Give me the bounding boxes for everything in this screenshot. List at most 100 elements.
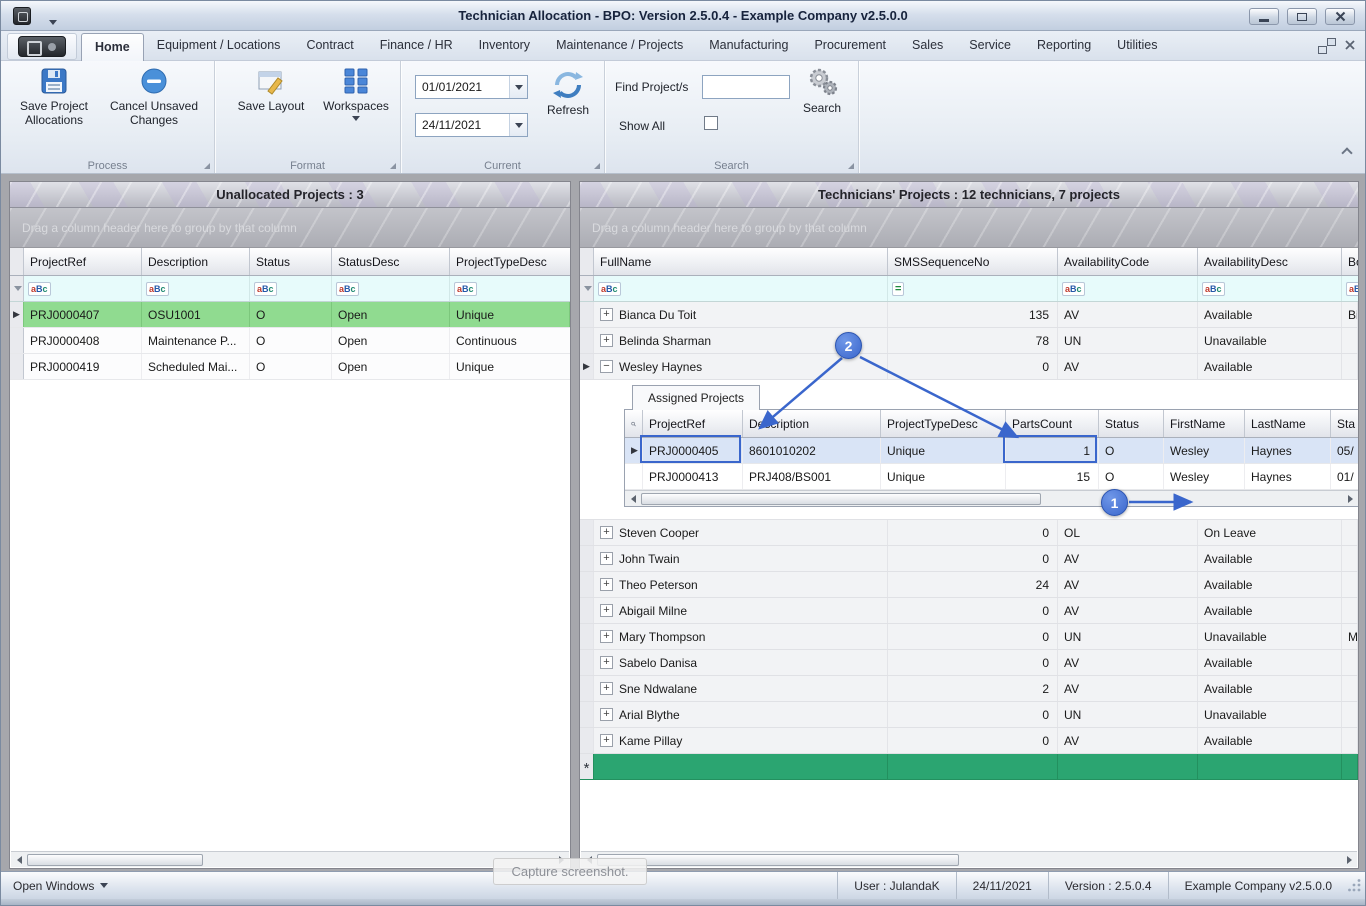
text-filter-icon[interactable]: aBc [254, 281, 277, 296]
column-header-clipped[interactable]: Sta [1331, 410, 1358, 437]
tab-service[interactable]: Service [956, 31, 1024, 61]
dialog-launcher-icon[interactable] [204, 163, 210, 169]
technician-row-expanded[interactable]: ▶ − Wesley Haynes 0 AV Available [580, 354, 1358, 380]
text-filter-icon[interactable]: aBc [1062, 281, 1085, 296]
technician-row[interactable]: + Mary Thompson 0 UN Unavailable Ma [580, 624, 1358, 650]
text-filter-icon[interactable]: aBc [28, 281, 51, 296]
expand-button[interactable]: + [600, 708, 613, 721]
text-filter-icon[interactable]: aB [1346, 281, 1358, 296]
search-button[interactable]: Search [791, 65, 853, 115]
tab-maintenance-projects[interactable]: Maintenance / Projects [543, 31, 696, 61]
show-all-checkbox[interactable] [704, 116, 718, 130]
expand-button[interactable]: + [600, 604, 613, 617]
tab-contract[interactable]: Contract [293, 31, 366, 61]
chevron-down-icon[interactable] [509, 114, 527, 136]
technician-row[interactable]: + Bianca Du Toit 135 AV Available Bia [580, 302, 1358, 328]
tab-finance-hr[interactable]: Finance / HR [367, 31, 466, 61]
tab-home[interactable]: Home [81, 33, 144, 61]
expand-button[interactable]: + [600, 578, 613, 591]
scroll-left-icon[interactable] [11, 853, 27, 867]
expand-button[interactable]: + [600, 630, 613, 643]
expand-button[interactable]: + [600, 526, 613, 539]
column-header-firstname[interactable]: FirstName [1164, 410, 1245, 437]
technician-row[interactable]: + Kame Pillay 0 AV Available [580, 728, 1358, 754]
filter-cell[interactable]: aBc [594, 276, 888, 301]
chevron-down-icon[interactable] [509, 76, 527, 98]
expand-button[interactable]: + [600, 334, 613, 347]
dialog-launcher-icon[interactable] [594, 163, 600, 169]
refresh-button[interactable]: Refresh [537, 67, 599, 117]
technician-row[interactable]: + Arial Blythe 0 UN Unavailable [580, 702, 1358, 728]
column-header-projecttypedesc[interactable]: ProjectTypeDesc [881, 410, 1006, 437]
filter-cell[interactable]: aBc [450, 276, 570, 301]
technician-row[interactable]: + Belinda Sharman 78 UN Unavailable [580, 328, 1358, 354]
column-header-status[interactable]: Status [250, 248, 332, 275]
filter-cell[interactable]: aBc [1058, 276, 1198, 301]
text-filter-icon[interactable]: aBc [1202, 281, 1225, 296]
filter-cell[interactable]: aBc [1198, 276, 1342, 301]
expand-button[interactable]: + [600, 308, 613, 321]
scrollbar-thumb[interactable] [641, 492, 1041, 505]
filter-cell[interactable]: aBc [24, 276, 142, 301]
tab-equipment-locations[interactable]: Equipment / Locations [144, 31, 294, 61]
numeric-filter-icon[interactable]: = [892, 281, 905, 296]
column-header-partscount[interactable]: PartsCount [1006, 410, 1099, 437]
tab-inventory[interactable]: Inventory [466, 31, 543, 61]
detail-horizontal-scrollbar[interactable] [625, 490, 1358, 506]
tab-procurement[interactable]: Procurement [801, 31, 899, 61]
column-header-availabilitydesc[interactable]: AvailabilityDesc [1198, 248, 1342, 275]
collapse-button[interactable]: − [600, 360, 613, 373]
filter-cell[interactable]: = [888, 276, 1058, 301]
text-filter-icon[interactable]: aBc [146, 281, 169, 296]
filter-cell[interactable]: aB [1342, 276, 1358, 301]
mdi-close-button[interactable] [1345, 39, 1355, 53]
group-by-area[interactable]: Drag a column header here to group by th… [10, 208, 570, 248]
tab-assigned-projects[interactable]: Assigned Projects [632, 385, 760, 410]
scrollbar-thumb[interactable] [27, 853, 203, 866]
tab-sales[interactable]: Sales [899, 31, 956, 61]
tab-utilities[interactable]: Utilities [1104, 31, 1170, 61]
column-header-projecttypedesc[interactable]: ProjectTypeDesc [450, 248, 570, 275]
scroll-right-icon[interactable] [1342, 492, 1358, 506]
column-header-statusdesc[interactable]: StatusDesc [332, 248, 450, 275]
column-header-projectref[interactable]: ProjectRef [643, 410, 743, 437]
scrollbar-thumb[interactable] [597, 853, 959, 866]
cancel-unsaved-changes-button[interactable]: Cancel Unsaved Changes [101, 63, 207, 127]
expand-button[interactable]: + [600, 552, 613, 565]
column-header-projectref[interactable]: ProjectRef [24, 248, 142, 275]
minimize-button[interactable] [1249, 8, 1279, 25]
tab-reporting[interactable]: Reporting [1024, 31, 1104, 61]
date-from-picker[interactable]: 01/01/2021 [415, 75, 528, 99]
expand-button[interactable]: + [600, 656, 613, 669]
expand-button[interactable]: + [600, 734, 613, 747]
workspaces-button[interactable]: Workspaces [317, 63, 395, 121]
horizontal-scrollbar[interactable] [11, 851, 569, 867]
tab-manufacturing[interactable]: Manufacturing [696, 31, 801, 61]
find-projects-input[interactable] [702, 75, 790, 99]
text-filter-icon[interactable]: aBc [598, 281, 621, 296]
column-header-description[interactable]: Description [142, 248, 250, 275]
technician-row[interactable]: + Sne Ndwalane 2 AV Available [580, 676, 1358, 702]
save-layout-button[interactable]: Save Layout [229, 63, 313, 113]
expand-button[interactable]: + [600, 682, 613, 695]
technician-row[interactable]: + Steven Cooper 0 OL On Leave [580, 520, 1358, 546]
new-item-row[interactable]: * [580, 754, 1358, 780]
date-to-picker[interactable]: 24/11/2021 [415, 113, 528, 137]
table-row[interactable]: PRJ0000419 Scheduled Mai... O Open Uniqu… [10, 354, 570, 380]
dialog-launcher-icon[interactable] [848, 163, 854, 169]
horizontal-scrollbar[interactable] [581, 851, 1357, 867]
filter-cell[interactable]: aBc [250, 276, 332, 301]
text-filter-icon[interactable]: aBc [336, 281, 359, 296]
column-header-smssequenceno[interactable]: SMSSequenceNo [888, 248, 1058, 275]
group-by-area[interactable]: Drag a column header here to group by th… [580, 208, 1358, 248]
assigned-project-row[interactable]: PRJ0000413 PRJ408/BS001 Unique 15 O Wesl… [625, 464, 1358, 490]
filter-cell[interactable]: aBc [142, 276, 250, 301]
text-filter-icon[interactable]: aBc [454, 281, 477, 296]
technician-row[interactable]: + John Twain 0 AV Available [580, 546, 1358, 572]
scroll-right-icon[interactable] [1341, 853, 1357, 867]
column-header-description[interactable]: Description [743, 410, 881, 437]
search-header-cell[interactable] [625, 410, 643, 437]
close-button[interactable] [1325, 8, 1355, 25]
open-windows-menu[interactable]: Open Windows [1, 879, 109, 893]
save-project-allocations-button[interactable]: Save Project Allocations [9, 63, 99, 127]
